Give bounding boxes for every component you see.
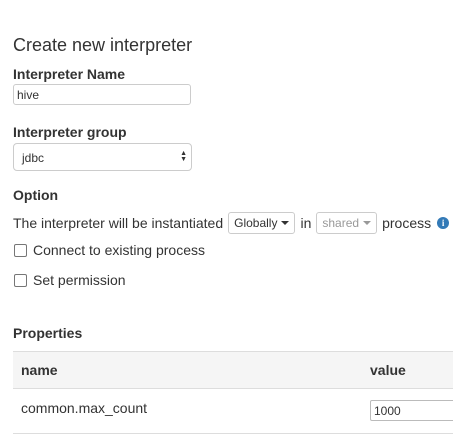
interpreter-group-select[interactable]: jdbc ▲ ▼ <box>13 143 192 171</box>
property-value-input[interactable] <box>370 400 453 421</box>
instantiate-text: The interpreter will be instantiated <box>13 215 224 231</box>
interpreter-group-label: Interpreter group <box>13 124 127 140</box>
interpreter-name-label: Interpreter Name <box>13 66 126 82</box>
properties-table: name value common.max_count <box>13 351 453 434</box>
connect-existing-label: Connect to existing process <box>33 242 205 258</box>
column-header-name: name <box>21 362 58 378</box>
set-permission-row[interactable]: Set permission <box>14 272 126 288</box>
dialog-title: Create new interpreter <box>13 35 193 55</box>
caret-down-icon <box>281 221 290 225</box>
column-header-value: value <box>370 362 406 378</box>
set-permission-checkbox[interactable] <box>14 273 27 287</box>
process-text: process <box>382 215 432 231</box>
instantiation-row: The interpreter will be instantiated Glo… <box>13 212 450 234</box>
info-icon[interactable]: i <box>437 217 450 229</box>
in-text: in <box>300 215 312 231</box>
table-header: name value <box>13 351 453 389</box>
properties-label: Properties <box>13 325 83 341</box>
set-permission-label: Set permission <box>33 272 126 288</box>
connect-existing-row[interactable]: Connect to existing process <box>14 242 205 258</box>
caret-down-icon <box>363 221 372 225</box>
table-row: common.max_count <box>13 389 453 434</box>
mode-value: shared <box>322 216 360 230</box>
connect-existing-checkbox[interactable] <box>14 243 27 257</box>
mode-dropdown[interactable]: shared <box>316 212 378 234</box>
select-arrows-icon: ▲ ▼ <box>180 150 187 163</box>
interpreter-group-value: jdbc <box>22 151 45 165</box>
scope-dropdown[interactable]: Globally <box>228 212 296 234</box>
option-label: Option <box>13 187 59 203</box>
property-name: common.max_count <box>21 400 148 416</box>
interpreter-name-input[interactable] <box>13 84 191 105</box>
scope-value: Globally <box>234 216 278 230</box>
